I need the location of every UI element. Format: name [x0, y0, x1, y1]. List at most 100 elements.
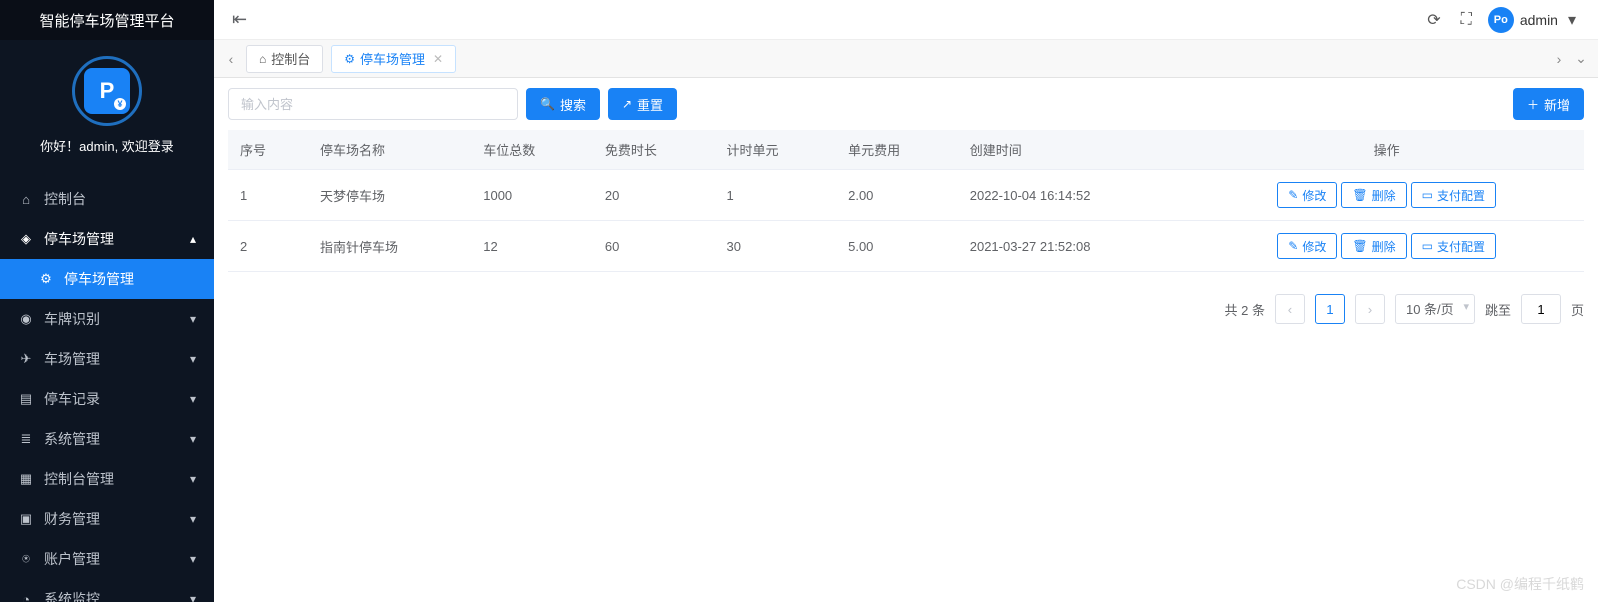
col-0: 序号 [228, 130, 308, 170]
welcome-text: 你好！admin, 欢迎登录 [40, 136, 174, 155]
table-row: 2指南针停车场1260305.002021-03-27 21:52:08✎修改🗑… [228, 221, 1584, 272]
pager-size-select[interactable]: 10 条/页 [1395, 294, 1475, 324]
chevron-down-icon: ▾ [190, 432, 196, 446]
tabs-more-icon[interactable]: ⌄ [1570, 44, 1592, 74]
toolbar: 🔍 搜索 ↗ 重置 ＋ 新增 [228, 88, 1584, 120]
table-row: 1天梦停车场10002012.002022-10-04 16:14:52✎修改🗑… [228, 170, 1584, 221]
delete-button[interactable]: 🗑删除 [1341, 182, 1406, 208]
menu-icon: ▤ [18, 391, 34, 407]
chevron-down-icon: ▾ [190, 512, 196, 526]
search-input[interactable] [228, 88, 518, 120]
sidebar-item-6[interactable]: ▦控制台管理▾ [0, 459, 214, 499]
chevron-up-icon: ▴ [190, 232, 196, 246]
sidebar-item-5[interactable]: ≣系统管理▾ [0, 419, 214, 459]
col-2: 车位总数 [471, 130, 593, 170]
cell-created: 2022-10-04 16:14:52 [958, 170, 1190, 221]
sidebar-item-9[interactable]: ◔系统监控▾ [0, 579, 214, 602]
reset-button[interactable]: ↗ 重置 [608, 88, 677, 120]
search-button[interactable]: 🔍 搜索 [526, 88, 600, 120]
data-table: 序号停车场名称车位总数免费时长计时单元单元费用创建时间操作 1天梦停车场1000… [228, 130, 1584, 272]
delete-label: 删除 [1372, 238, 1396, 255]
tab-label: 控制台 [271, 49, 310, 68]
menu-icon: ≣ [18, 431, 34, 447]
sidebar-item-8[interactable]: ⍟账户管理▾ [0, 539, 214, 579]
edit-button[interactable]: ✎ 修改 [1277, 182, 1337, 208]
collapse-icon[interactable]: ⇤ [226, 9, 253, 30]
menu-icon: ◈ [18, 231, 34, 247]
delete-button[interactable]: 🗑 删除 [1341, 233, 1406, 259]
tab-0[interactable]: ⌂控制台 [246, 45, 323, 73]
user-dropdown-icon[interactable]: ▾ [1558, 10, 1586, 30]
col-7: 操作 [1189, 130, 1584, 170]
tab-icon: ⚙ [344, 52, 355, 66]
card-icon: ▭ [1422, 188, 1433, 202]
col-1: 停车场名称 [308, 130, 471, 170]
add-button[interactable]: ＋ 新增 [1513, 88, 1584, 120]
col-3: 免费时长 [593, 130, 715, 170]
cell-fee: 2.00 [836, 170, 958, 221]
cell-idx: 2 [228, 221, 308, 272]
pager-jump-input[interactable] [1521, 294, 1561, 324]
cell-name: 天梦停车场 [308, 170, 471, 221]
menu-label: 停车记录 [44, 389, 100, 409]
logo-icon: P [84, 68, 130, 114]
fullscreen-icon[interactable]: ⛶ [1451, 11, 1482, 29]
cell-name: 指南针停车场 [308, 221, 471, 272]
edit-button[interactable]: ✎ 修改 [1277, 233, 1337, 259]
main-area: ⇤ ⟳ ⛶ Po admin ▾ ‹ ⌂控制台⚙停车场管理✕ › ⌄ 🔍 搜索 … [214, 0, 1598, 602]
edit-label: 修改 [1302, 187, 1326, 204]
sidebar-item-4[interactable]: ▤停车记录▾ [0, 379, 214, 419]
sidebar-item-2[interactable]: ◉车牌识别▾ [0, 299, 214, 339]
close-icon[interactable]: ✕ [433, 52, 443, 66]
search-button-label: 搜索 [560, 95, 586, 114]
tabs-next-icon[interactable]: › [1548, 44, 1570, 74]
col-6: 创建时间 [958, 130, 1190, 170]
pager-total: 共 2 条 [1225, 300, 1265, 319]
menu-label: 车场管理 [44, 349, 100, 369]
menu-icon: ▣ [18, 511, 34, 527]
tabs-prev-icon[interactable]: ‹ [220, 44, 242, 74]
sidebar-item-7[interactable]: ▣ 财务管理 ▾ [0, 499, 214, 539]
cell-unit: 30 [714, 221, 836, 272]
cell-idx: 1 [228, 170, 308, 221]
cell-actions: ✎ 修改 🗑删除 ▭ 支付配置 [1189, 170, 1584, 221]
pager-jump-suffix: 页 [1571, 300, 1584, 319]
submenu-icon: ⚙ [38, 271, 54, 287]
trash-icon: 🗑 [1352, 239, 1367, 253]
pager-prev-button[interactable]: ‹ [1275, 294, 1305, 324]
chevron-down-icon: ▾ [190, 592, 196, 602]
chevron-down-icon: ▾ [190, 352, 196, 366]
sidebar-subitem-1-0[interactable]: ⚙停车场管理 [0, 259, 214, 299]
pay-button[interactable]: ▭支付配置 [1411, 233, 1496, 259]
pager-jump-prefix: 跳至 [1485, 300, 1511, 319]
pager-next-button[interactable]: › [1355, 294, 1385, 324]
pager-page-1[interactable]: 1 [1315, 294, 1345, 324]
col-5: 单元费用 [836, 130, 958, 170]
pay-button[interactable]: ▭ 支付配置 [1411, 182, 1496, 208]
tabs-container: ⌂控制台 ⚙停车场管理✕ [242, 45, 460, 73]
table-header-row: 序号停车场名称车位总数免费时长计时单元单元费用创建时间操作 [228, 130, 1584, 170]
content: 🔍 搜索 ↗ 重置 ＋ 新增 序号停车场名称车位总数免费时长计时单元单元费用创建… [214, 78, 1598, 602]
chevron-down-icon: ▾ [190, 472, 196, 486]
edit-icon: ✎ [1288, 188, 1298, 202]
avatar[interactable]: Po [1488, 7, 1514, 33]
tab-1[interactable]: ⚙停车场管理✕ [331, 45, 456, 73]
cell-total: 1000 [471, 170, 593, 221]
cell-unit: 1 [714, 170, 836, 221]
menu-label: 账户管理 [44, 549, 100, 569]
pay-label: 支付配置 [1437, 187, 1485, 204]
sidebar-item-1[interactable]: ◈停车场管理▴ [0, 219, 214, 259]
cell-free: 60 [593, 221, 715, 272]
sidebar-item-0[interactable]: ⌂ 控制台 [0, 179, 214, 219]
sidebar-item-3[interactable]: ✈车场管理▾ [0, 339, 214, 379]
menu-label: 控制台 [44, 189, 86, 209]
chevron-down-icon: ▾ [190, 552, 196, 566]
edit-label: 修改 [1302, 238, 1326, 255]
edit-icon: ✎ [1288, 239, 1298, 253]
cell-actions: ✎ 修改 🗑 删除 ▭支付配置 [1189, 221, 1584, 272]
pager-size-select-wrap: 10 条/页 [1395, 294, 1475, 324]
refresh-icon[interactable]: ⟳ [1417, 10, 1450, 30]
menu-icon: ◉ [18, 311, 34, 327]
menu-label: 财务管理 [44, 509, 100, 529]
menu-icon: ⌂ [18, 192, 34, 207]
